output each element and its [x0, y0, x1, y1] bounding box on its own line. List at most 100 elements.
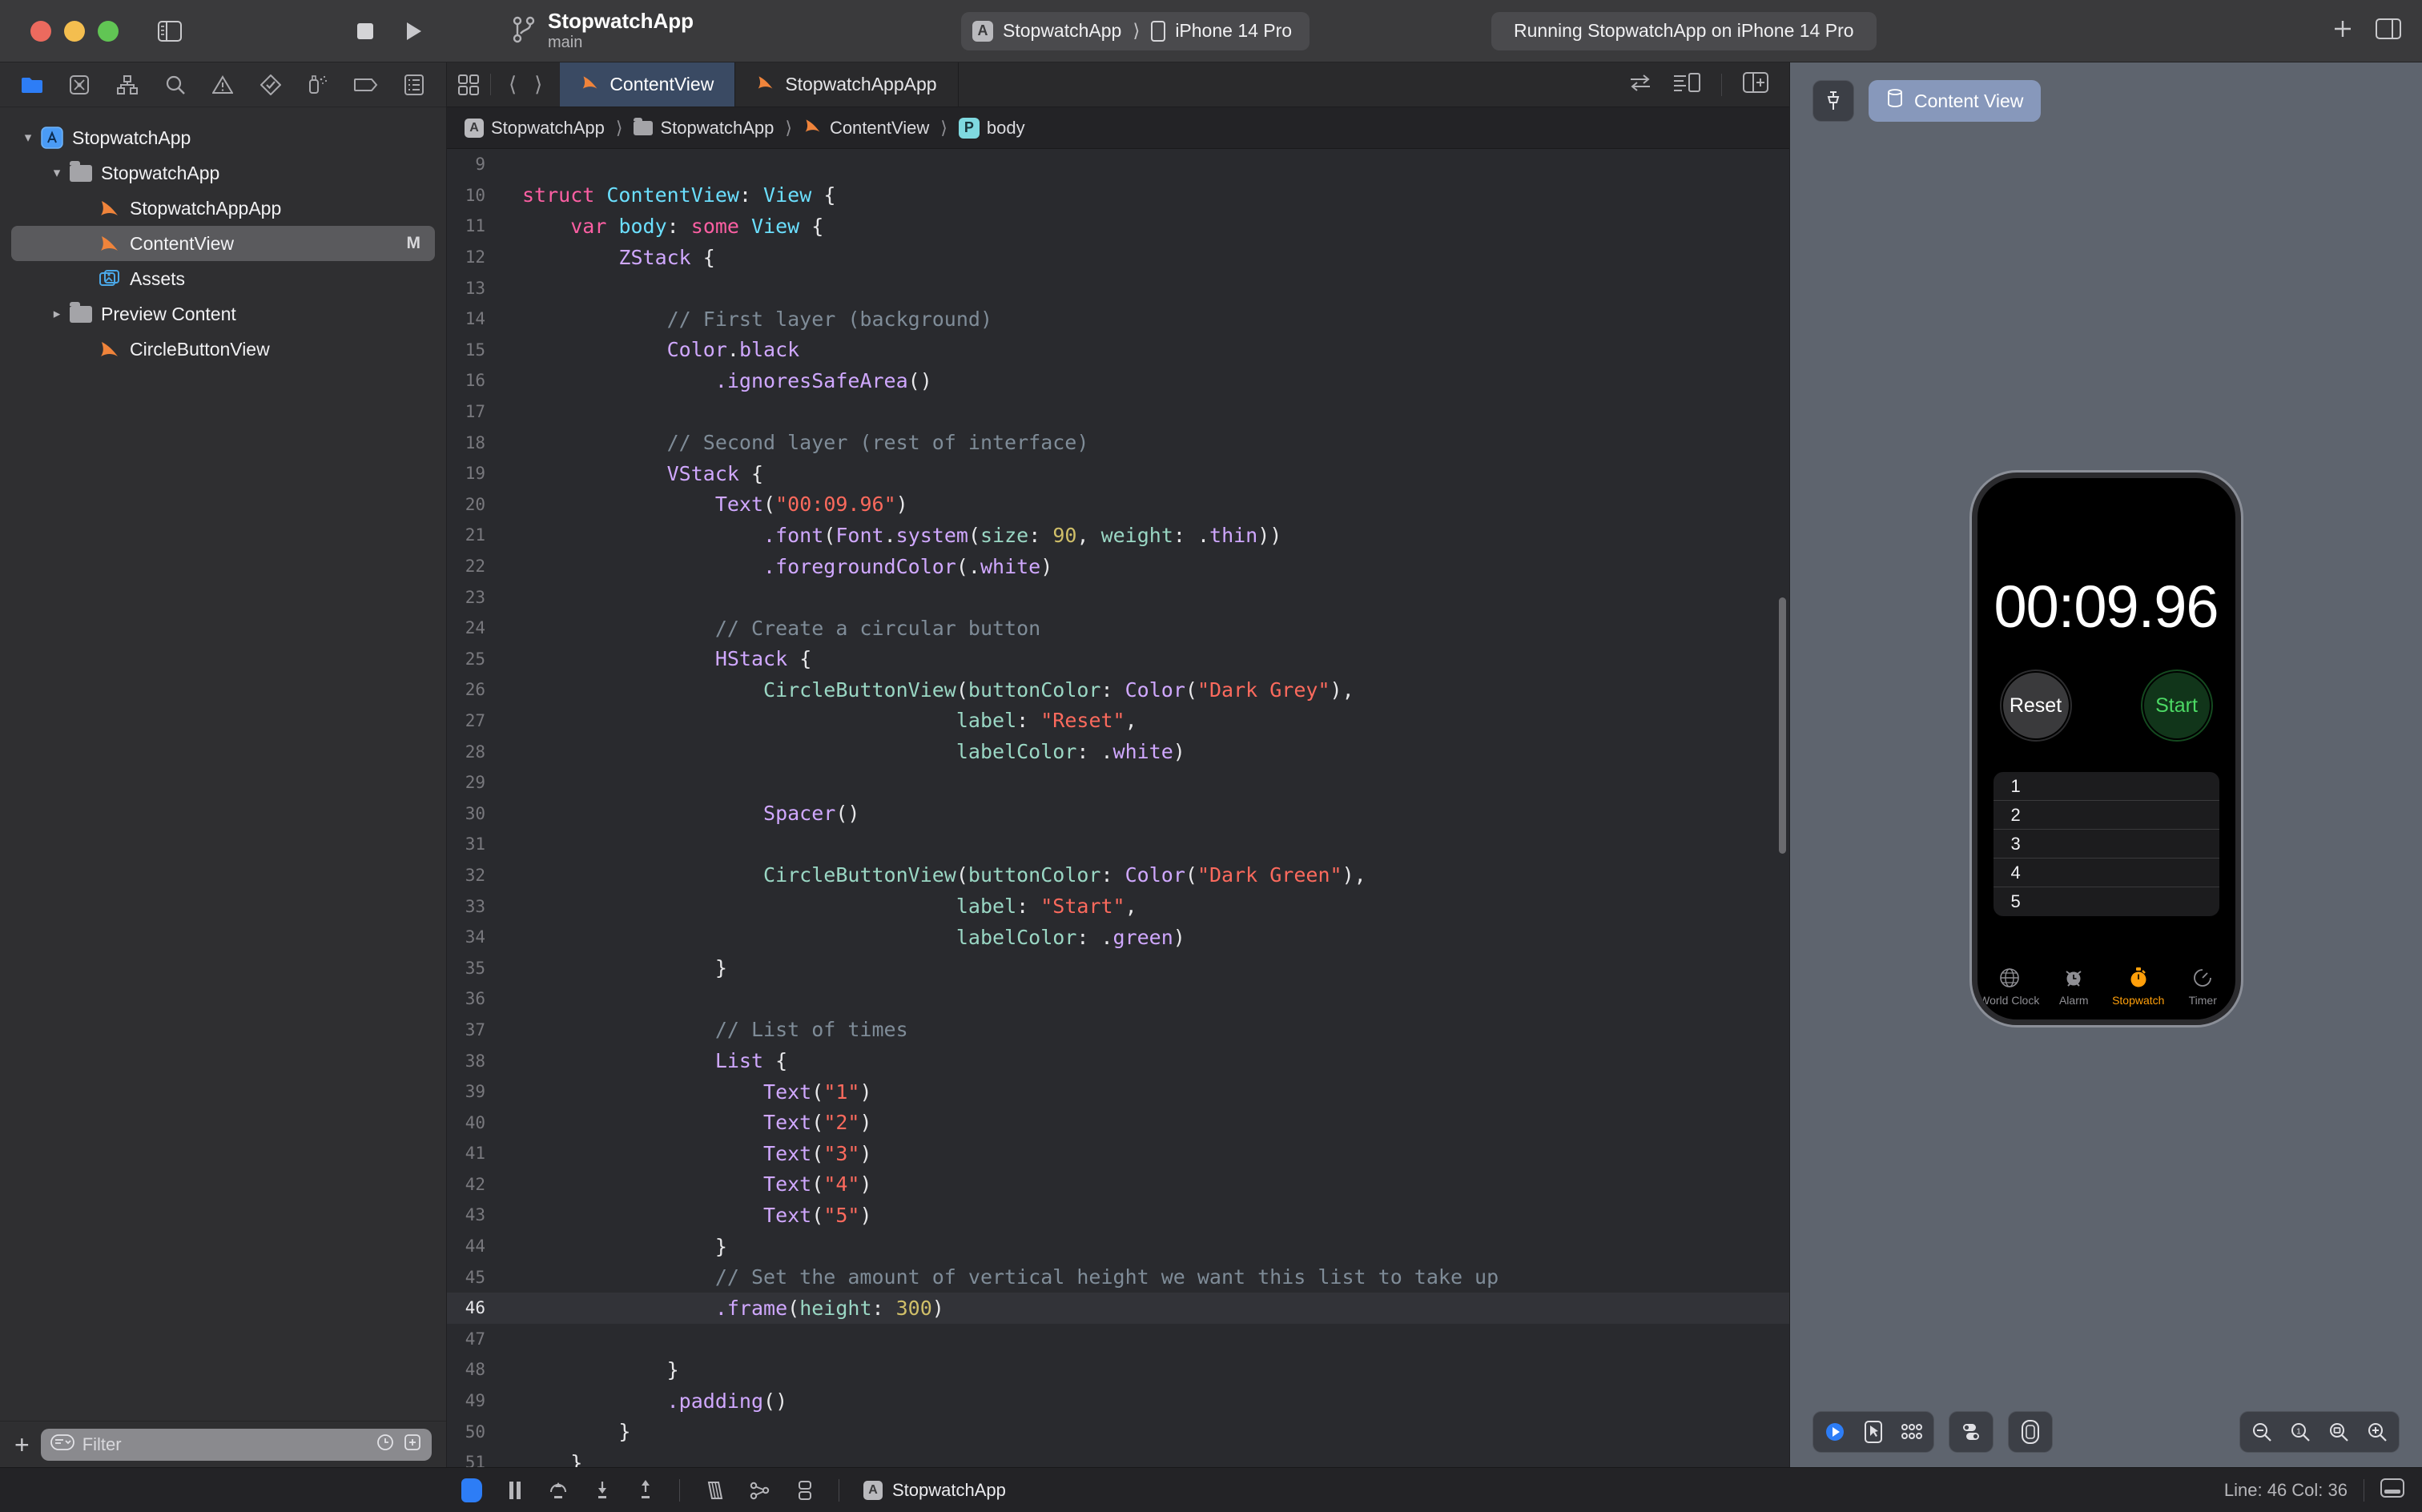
scheme-selector[interactable]: A StopwatchApp ⟩ iPhone 14 Pro — [961, 12, 1310, 50]
add-file-button[interactable]: + — [14, 1432, 30, 1458]
code-line[interactable]: 51 } — [447, 1447, 1789, 1467]
debug-scheme-label[interactable]: A StopwatchApp — [863, 1480, 1006, 1501]
code-line[interactable]: 44 } — [447, 1231, 1789, 1262]
code-line[interactable]: 45 // Set the amount of vertical height … — [447, 1261, 1789, 1293]
code-line[interactable]: 34 labelColor: .green) — [447, 922, 1789, 953]
code-line[interactable]: 25 HStack { — [447, 644, 1789, 675]
source-code-editor[interactable]: 910struct ContentView: View {11 var body… — [447, 149, 1789, 1467]
lap-row[interactable]: 4 — [1994, 859, 2219, 887]
code-line[interactable]: 50 } — [447, 1416, 1789, 1447]
minimize-window-button[interactable] — [64, 21, 85, 42]
zoom-to-fit-icon[interactable] — [2322, 1416, 2356, 1448]
reset-button[interactable]: Reset — [2002, 671, 2070, 740]
disclosure-down-icon[interactable]: ▾ — [46, 165, 67, 181]
lap-row[interactable]: 5 — [1994, 887, 2219, 916]
run-button[interactable] — [396, 14, 431, 49]
pause-icon[interactable] — [506, 1479, 524, 1502]
code-line[interactable]: 36 — [447, 983, 1789, 1015]
debug-navigator-icon[interactable] — [301, 69, 336, 101]
code-line[interactable]: 10struct ContentView: View { — [447, 180, 1789, 211]
code-line[interactable]: 30 Spacer() — [447, 798, 1789, 829]
tree-row-preview-content[interactable]: ▸ Preview Content — [0, 296, 446, 332]
stop-button[interactable] — [348, 14, 383, 49]
code-line[interactable]: 33 label: "Start", — [447, 891, 1789, 922]
variants-icon[interactable] — [1895, 1416, 1929, 1448]
issue-navigator-icon[interactable] — [205, 69, 240, 101]
tree-row-circlebuttonview[interactable]: CircleButtonView — [0, 332, 446, 367]
code-line[interactable]: 9 — [447, 149, 1789, 180]
source-control-filter-icon[interactable] — [403, 1433, 422, 1456]
zoom-in-icon[interactable] — [2360, 1416, 2394, 1448]
symbol-navigator-icon[interactable] — [110, 69, 145, 101]
debug-area-toggle-icon[interactable] — [461, 1478, 482, 1502]
code-line[interactable]: 26 CircleButtonView(buttonColor: Color("… — [447, 674, 1789, 706]
project-info[interactable]: StopwatchApp main — [513, 10, 694, 52]
zoom-100-icon[interactable]: 1 — [2283, 1416, 2317, 1448]
live-preview-icon[interactable] — [1818, 1416, 1852, 1448]
zoom-out-icon[interactable] — [2245, 1416, 2279, 1448]
code-line[interactable]: 28 labelColor: .white) — [447, 736, 1789, 767]
editor-scrollbar[interactable] — [1779, 597, 1786, 854]
code-line[interactable]: 20 Text("00:09.96") — [447, 489, 1789, 521]
editor-options-icon[interactable] — [447, 62, 490, 107]
breadcrumb-item-project[interactable]: A StopwatchApp — [465, 118, 605, 139]
filter-options-icon[interactable] — [50, 1433, 74, 1456]
preview-device-area[interactable]: 00:09.96 Reset Start 1 2 — [1790, 125, 2422, 1397]
code-line[interactable]: 39 Text("1") — [447, 1076, 1789, 1108]
code-line[interactable]: 14 // First layer (background) — [447, 304, 1789, 335]
code-line[interactable]: 48 } — [447, 1354, 1789, 1385]
swap-editors-icon[interactable] — [1628, 72, 1652, 97]
debug-memory-graph-icon[interactable] — [749, 1479, 771, 1502]
breadcrumb-item-symbol[interactable]: P body — [959, 118, 1025, 139]
preview-variant-button[interactable]: Content View — [1869, 80, 2041, 122]
lap-row[interactable]: 1 — [1994, 772, 2219, 801]
tree-row-assets[interactable]: Assets — [0, 261, 446, 296]
step-out-icon[interactable] — [636, 1479, 655, 1502]
activity-status-bar[interactable]: Running StopwatchApp on iPhone 14 Pro — [1491, 12, 1877, 50]
device-bezel-icon[interactable] — [2014, 1416, 2047, 1448]
code-line[interactable]: 32 CircleButtonView(buttonColor: Color("… — [447, 860, 1789, 891]
tree-row-stopwatchapp-folder[interactable]: ▾ StopwatchApp — [0, 155, 446, 191]
add-editor-icon[interactable] — [1743, 72, 1768, 97]
recent-filter-icon[interactable] — [376, 1433, 395, 1456]
tab-timer[interactable]: Timer — [2171, 967, 2234, 1007]
code-line[interactable]: 35 } — [447, 952, 1789, 983]
code-line[interactable]: 49 .padding() — [447, 1385, 1789, 1417]
start-button[interactable]: Start — [2142, 671, 2211, 740]
environment-overrides-icon[interactable] — [795, 1479, 815, 1502]
lap-row[interactable]: 2 — [1994, 801, 2219, 830]
code-line[interactable]: 22 .foregroundColor(.white) — [447, 551, 1789, 582]
code-line[interactable]: 11 var body: some View { — [447, 211, 1789, 242]
source-control-navigator-icon[interactable] — [62, 69, 97, 101]
code-line[interactable]: 38 List { — [447, 1045, 1789, 1076]
zoom-window-button[interactable] — [98, 21, 119, 42]
disclosure-right-icon[interactable]: ▸ — [46, 306, 67, 322]
lap-row[interactable]: 3 — [1994, 830, 2219, 859]
code-line[interactable]: 24 // Create a circular button — [447, 613, 1789, 644]
code-line[interactable]: 23 — [447, 581, 1789, 613]
code-lines[interactable]: 910struct ContentView: View {11 var body… — [447, 149, 1789, 1467]
code-line[interactable]: 13 — [447, 272, 1789, 304]
code-line[interactable]: 12 ZStack { — [447, 242, 1789, 273]
add-editor-icon[interactable] — [2331, 17, 2355, 45]
pin-preview-button[interactable] — [1812, 80, 1854, 122]
tab-stopwatchappapp[interactable]: StopwatchAppApp — [735, 62, 958, 107]
code-line[interactable]: 43 Text("5") — [447, 1200, 1789, 1231]
code-line[interactable]: 31 — [447, 829, 1789, 860]
code-line[interactable]: 46 .frame(height: 300) — [447, 1293, 1789, 1324]
tree-row-stopwatchapp-project[interactable]: ▾ StopwatchApp — [0, 120, 446, 155]
code-line[interactable]: 18 // Second layer (rest of interface) — [447, 427, 1789, 458]
device-settings-icon[interactable] — [1954, 1416, 1988, 1448]
code-line[interactable]: 41 Text("3") — [447, 1138, 1789, 1169]
code-line[interactable]: 37 // List of times — [447, 1015, 1789, 1046]
code-line[interactable]: 27 label: "Reset", — [447, 706, 1789, 737]
test-navigator-icon[interactable] — [253, 69, 288, 101]
toggle-debug-area-icon[interactable] — [2380, 1478, 2404, 1502]
tab-world-clock[interactable]: World Clock — [1978, 967, 2041, 1007]
breadcrumb-item-folder[interactable]: StopwatchApp — [634, 118, 774, 139]
tab-stopwatch[interactable]: Stopwatch — [2107, 967, 2170, 1007]
sidebar-toggle-icon[interactable] — [152, 14, 187, 49]
code-line[interactable]: 16 .ignoresSafeArea() — [447, 365, 1789, 396]
tree-row-stopwatchappapp[interactable]: StopwatchAppApp — [0, 191, 446, 226]
inspector-toggle-icon[interactable] — [2376, 18, 2401, 43]
